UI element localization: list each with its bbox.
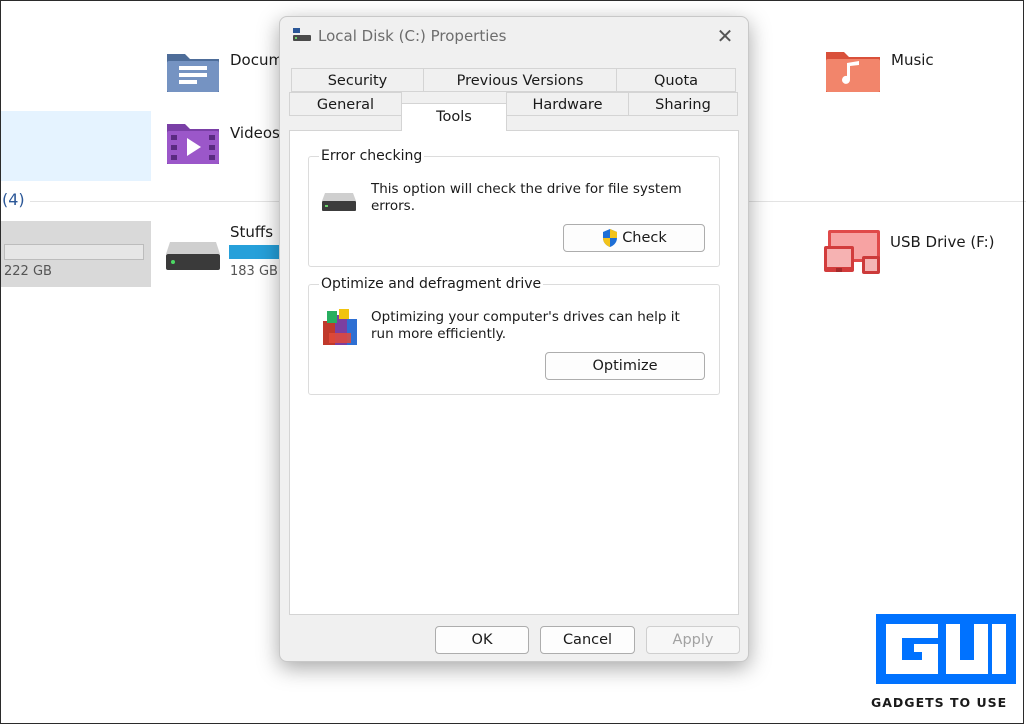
gadgets-to-use-logo (876, 614, 1016, 684)
check-button-label: Check (622, 230, 667, 246)
optimize-description: Optimizing your computer's drives can he… (371, 309, 680, 342)
check-button[interactable]: Check (563, 224, 705, 252)
error-checking-description: This option will check the drive for fil… (371, 181, 682, 214)
error-checking-group: Error checking This option will check th… (308, 148, 720, 267)
shield-icon (603, 229, 618, 247)
optimize-button[interactable]: Optimize (545, 352, 705, 380)
tab-tools[interactable]: Tools (401, 103, 507, 131)
error-checking-title: Error checking (319, 148, 425, 164)
tools-tab-panel: Error checking This option will check th… (289, 130, 739, 615)
watermark-text: GADGETS TO USE (871, 695, 1008, 710)
optimize-group: Optimize and defragment drive Optimizing… (308, 276, 720, 395)
hard-drive-icon (322, 193, 356, 211)
defrag-icon (323, 309, 357, 345)
optimize-title: Optimize and defragment drive (319, 276, 544, 292)
